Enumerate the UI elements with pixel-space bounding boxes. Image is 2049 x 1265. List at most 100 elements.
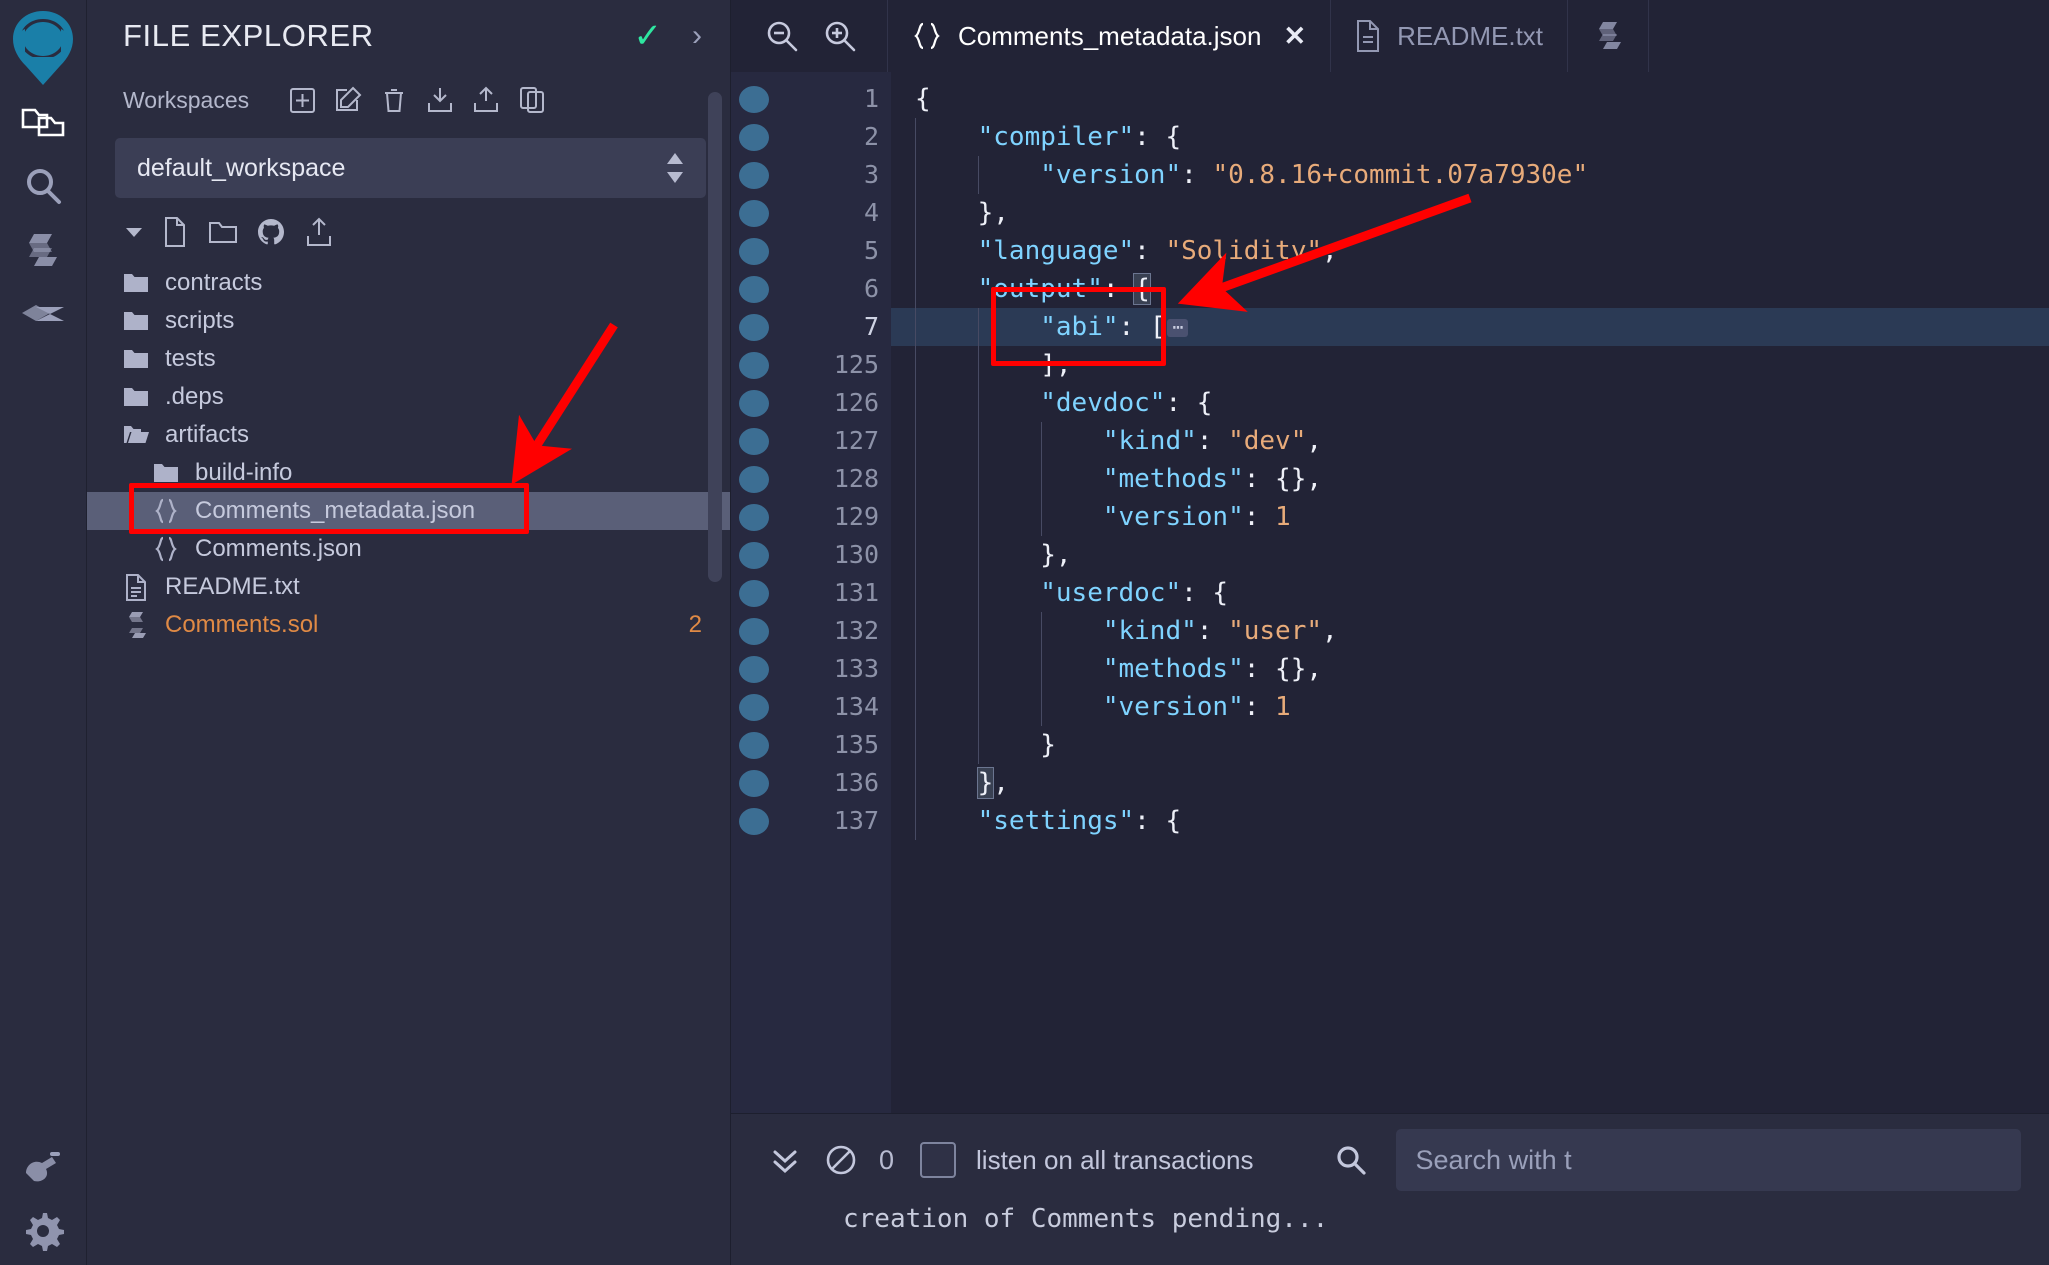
create-workspace-icon[interactable] [279, 80, 325, 120]
file-explorer-scrollbar[interactable] [708, 92, 722, 582]
publish-to-gist-icon[interactable] [295, 212, 343, 252]
file-tree-toolbar [87, 198, 730, 258]
check-icon[interactable]: ✓ [634, 19, 663, 53]
line-number: 1 [863, 84, 879, 113]
file-tree-item-deps[interactable]: .deps [87, 378, 730, 416]
file-explorer-header: FILE EXPLORER ✓ › [87, 0, 730, 72]
search-input[interactable] [1415, 1144, 2001, 1176]
listen-on-all-transactions-checkbox[interactable] [920, 1142, 957, 1178]
indent-guide [978, 422, 979, 460]
code-token: "devdoc" [1040, 388, 1166, 418]
txt-icon [117, 573, 155, 601]
breakpoint-dot[interactable] [731, 536, 776, 574]
breakpoint-dot[interactable] [731, 156, 776, 194]
remix-ide-window: FILE EXPLORER ✓ › Workspaces default_wor… [0, 0, 2049, 1265]
upload-workspace-icon[interactable] [463, 80, 509, 120]
code-token: }, [977, 198, 1009, 228]
activity-bar [0, 0, 87, 1265]
folder-icon [117, 386, 155, 408]
sidebar-item-settings[interactable] [11, 1201, 75, 1265]
duplicate-workspace-icon[interactable] [509, 80, 555, 120]
folder-icon [117, 272, 155, 294]
code-content[interactable]: { "compiler": { "version": "0.8.16+commi… [891, 72, 2049, 1113]
indent-guide [978, 308, 979, 346]
file-tree-item-scripts[interactable]: scripts [87, 302, 730, 340]
file-tree-item-comments-json[interactable]: Comments.json [87, 530, 730, 568]
delete-workspace-icon[interactable] [371, 80, 417, 120]
breakpoint-dot[interactable] [731, 118, 776, 156]
file-tree-item-comments-sol[interactable]: Comments.sol 2 [87, 606, 730, 644]
file-tree-item-label: tests [165, 345, 216, 372]
clear-console-icon[interactable] [813, 1132, 869, 1188]
file-tree-item-contracts[interactable]: contracts [87, 264, 730, 302]
breakpoint-dot[interactable] [731, 498, 776, 536]
new-folder-icon[interactable] [199, 212, 247, 252]
indent-guide [978, 156, 979, 194]
breakpoint-dot[interactable] [731, 726, 776, 764]
breakpoint-dot[interactable] [731, 688, 776, 726]
file-tree-item-build-info[interactable]: build-info [87, 454, 730, 492]
code-token: , [1322, 616, 1338, 646]
file-tree-item-readme-txt[interactable]: README.txt [87, 568, 730, 606]
code-line: "version": "0.8.16+commit.07a7930e" [891, 156, 2049, 194]
breakpoint-dot[interactable] [731, 764, 776, 802]
line-number: 6 [863, 274, 879, 303]
breakpoint-dot[interactable] [731, 384, 776, 422]
code-token: "Solidity" [1165, 236, 1323, 266]
breakpoint-dot[interactable] [731, 232, 776, 270]
workspace-select[interactable]: default_workspace [115, 138, 706, 198]
tab-readme-txt[interactable]: README.txt [1331, 0, 1569, 72]
tab-comments-metadata-json[interactable]: Comments_metadata.json ✕ [888, 0, 1332, 72]
terminal-search-box[interactable] [1395, 1129, 2021, 1191]
sidebar-item-file-explorer[interactable] [11, 90, 75, 154]
breakpoint-dot[interactable] [731, 574, 776, 612]
breakpoint-dot[interactable] [731, 194, 776, 232]
zoom-out-icon[interactable] [753, 7, 811, 65]
breakpoint-dot[interactable] [731, 612, 776, 650]
line-number-gutter: 1 2 3 4 5 6 7› 125 126 127 128 129 130 131 132 133 134 13… [776, 72, 921, 1113]
terminal-panel: 0 listen on all transactions creation of… [731, 1113, 2049, 1265]
code-editor[interactable]: 1 2 3 4 5 6 7› 125 126 127 128 129 130 131 132 133 134 13… [731, 72, 2049, 1113]
file-tree-item-label: scripts [165, 307, 235, 334]
file-tree-item-label: artifacts [165, 421, 250, 448]
code-token: "userdoc" [1040, 578, 1182, 608]
breakpoint-dot[interactable] [731, 422, 776, 460]
sidebar-item-deploy-run[interactable] [11, 282, 75, 346]
breakpoint-dot[interactable] [731, 80, 776, 118]
github-clone-icon[interactable] [247, 212, 295, 252]
breakpoint-dot[interactable] [731, 802, 776, 840]
breakpoint-dot[interactable] [731, 346, 776, 384]
code-token: , [1322, 236, 1338, 266]
remix-logo-icon[interactable] [3, 4, 83, 90]
folded-region-marker[interactable]: ⋯ [1167, 318, 1189, 337]
chevron-right-icon[interactable]: › [692, 21, 702, 51]
new-file-icon[interactable] [151, 212, 199, 252]
workspaces-toolbar: Workspaces [87, 72, 730, 128]
code-token: "version" [1102, 692, 1244, 722]
line-number: 129 [833, 502, 879, 531]
indent-guide [978, 536, 979, 574]
breakpoint-dot[interactable] [731, 270, 776, 308]
sidebar-item-solidity-compiler[interactable] [11, 218, 75, 282]
file-tree-item-comments-metadata-json[interactable]: Comments_metadata.json [87, 492, 730, 530]
indent-guide [915, 574, 916, 612]
double-chevron-down-icon[interactable] [757, 1132, 813, 1188]
file-tree-item-tests[interactable]: tests [87, 340, 730, 378]
breakpoint-dot[interactable] [731, 650, 776, 688]
indent-guide [978, 688, 979, 726]
file-tree-item-artifacts[interactable]: artifacts [87, 416, 730, 454]
sidebar-item-plugin-manager[interactable] [11, 1137, 75, 1201]
breakpoint-gutter[interactable] [731, 72, 776, 1113]
zoom-in-icon[interactable] [811, 7, 869, 65]
collapse-all-caret-icon[interactable] [117, 226, 151, 238]
sidebar-item-search[interactable] [11, 154, 75, 218]
close-icon[interactable]: ✕ [1283, 21, 1306, 52]
rename-workspace-icon[interactable] [325, 80, 371, 120]
tab-solidity-partial[interactable] [1568, 0, 1650, 72]
search-icon[interactable] [1324, 1133, 1378, 1187]
breakpoint-dot[interactable] [731, 308, 776, 346]
breakpoint-dot[interactable] [731, 460, 776, 498]
indent-guide [915, 688, 916, 726]
code-token: "0.8.16+commit.07a7930e" [1212, 160, 1589, 190]
download-workspace-icon[interactable] [417, 80, 463, 120]
